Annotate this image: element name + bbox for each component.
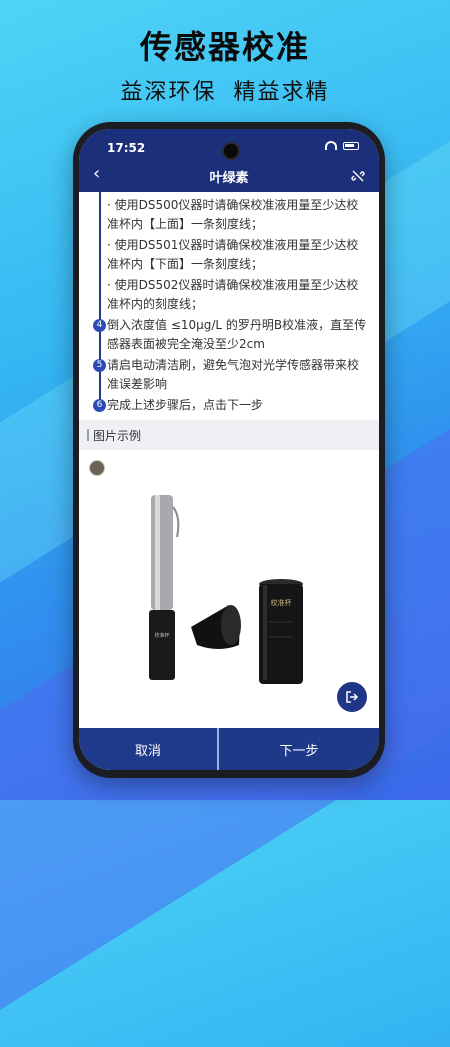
step-substep-ds500: · 使用DS500仪器时请确保校准液用量至少达校准杯内【上面】一条刻度线； — [107, 198, 359, 231]
wifi-icon — [325, 141, 337, 150]
bottom-action-bar: 取消 下一步 — [79, 728, 379, 770]
probe-handle — [172, 506, 180, 538]
step-5-text: 请启电动清洁刷，避免气泡对光学传感器带来校准误差影响 — [107, 358, 360, 391]
step-timeline — [99, 192, 101, 405]
cancel-button[interactable]: 取消 — [79, 728, 219, 770]
step-substep-ds501: · 使用DS501仪器时请确保校准液用量至少达校准杯内【下面】一条刻度线； — [107, 238, 359, 271]
banner-title: 传感器校准 — [139, 28, 310, 66]
step-4-text: 倒入浓度值 ≤10μg/L 的罗丹明B校准液，直至传感器表面被完全淹没至少2cm — [107, 318, 367, 351]
front-camera — [222, 142, 240, 160]
page-title: 叶绿素 — [209, 171, 249, 186]
phone-frame: 17:52 ‹ 叶绿素 · 使用DS500仪器时请确保校准液用量至少达校准杯内【… — [73, 122, 385, 778]
status-time: 17:52 — [107, 141, 146, 155]
next-step-button[interactable]: 下一步 — [219, 728, 379, 770]
step-6-text: 完成上述步骤后，点击下一步 — [107, 398, 264, 412]
step-number-4: 4 — [93, 319, 106, 332]
status-icons — [325, 141, 359, 150]
step-substep-ds502: · 使用DS502仪器时请确保校准液用量至少达校准杯内的刻度线； — [107, 278, 359, 311]
calibration-content: · 使用DS500仪器时请确保校准液用量至少达校准杯内【上面】一条刻度线； · … — [79, 192, 379, 728]
step-number-6: 6 — [93, 399, 106, 412]
step-number-5: 5 — [93, 359, 106, 372]
app-header: 17:52 ‹ 叶绿素 — [79, 129, 379, 192]
section-marker — [87, 429, 89, 441]
exit-button[interactable] — [337, 682, 367, 712]
example-image: 校准杯 校准杯 — [149, 495, 303, 684]
sensor-probe-base — [149, 610, 175, 680]
banner-subtitle: 益深环保 精益求精 — [120, 80, 330, 105]
sensor-label: 校准杯 — [154, 632, 169, 639]
sensor-probe-highlight — [155, 495, 160, 610]
section-header: 图片示例 — [79, 420, 379, 450]
cup-label: 校准杯 — [271, 598, 292, 607]
unlink-icon[interactable] — [351, 169, 365, 183]
cup-highlight — [263, 585, 267, 680]
avatar — [89, 460, 105, 476]
exit-icon — [346, 691, 359, 703]
sensor-probe-body — [151, 495, 173, 610]
funnel-rim — [221, 605, 241, 645]
section-title: 图片示例 — [93, 429, 142, 443]
battery-icon — [343, 141, 359, 150]
phone-screen: 17:52 ‹ 叶绿素 · 使用DS500仪器时请确保校准液用量至少达校准杯内【… — [79, 129, 379, 770]
